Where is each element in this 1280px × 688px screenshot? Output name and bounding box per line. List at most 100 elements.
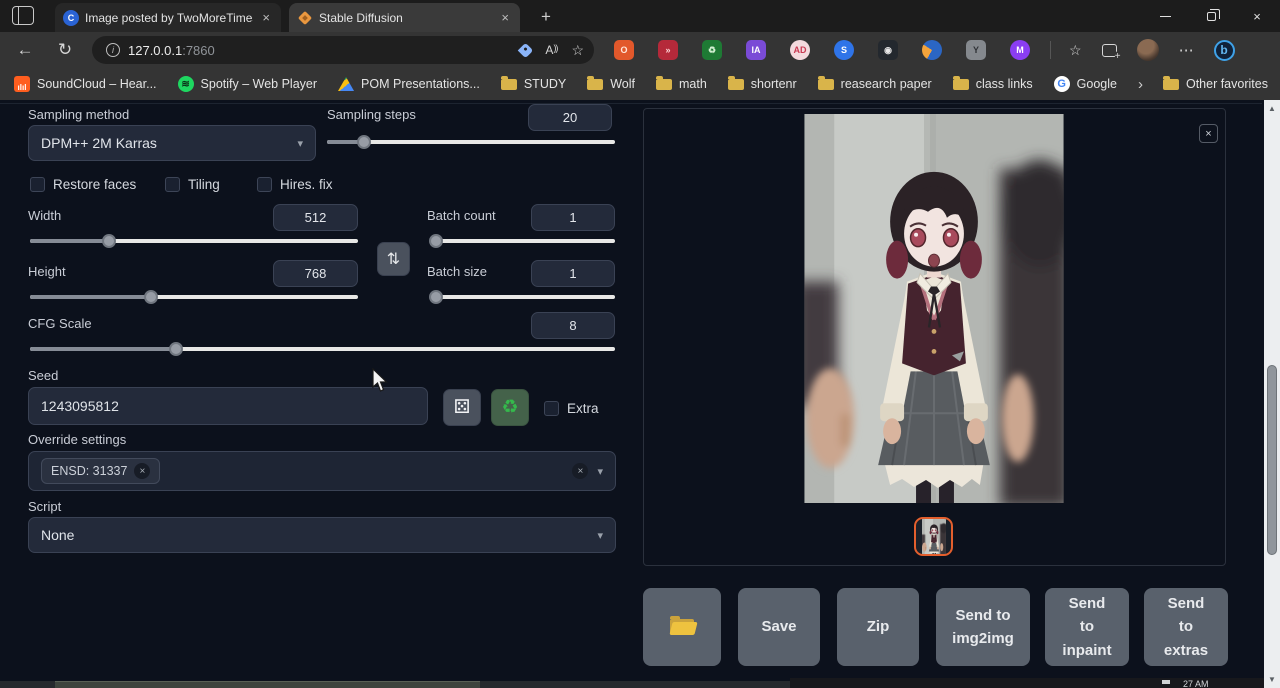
restore-button[interactable] [1188,0,1234,32]
scrollbar-thumb[interactable] [1267,365,1277,555]
chevron-down-icon: ▾ [297,137,303,150]
site-info-icon[interactable]: i [106,43,120,57]
profile-avatar[interactable] [1137,39,1159,61]
workspaces-icon[interactable] [12,6,34,25]
bookmark-google[interactable]: GGoogle [1054,76,1117,92]
height-slider[interactable] [30,289,358,305]
extension-icon-8[interactable] [922,40,942,60]
section-divider [0,103,1262,104]
extension-icon-2[interactable]: » [658,40,678,60]
extra-seed-checkbox[interactable] [544,401,559,416]
close-preview-button[interactable]: × [1199,124,1218,143]
bookmark-folder-classlinks[interactable]: class links [953,77,1033,91]
save-button[interactable]: Save [738,588,820,666]
width-slider[interactable] [30,233,358,249]
collections-icon[interactable] [1102,44,1117,57]
sampling-method-label: Sampling method [28,107,129,122]
batch-size-slider[interactable] [430,289,615,305]
bing-discover-icon[interactable]: b [1214,40,1235,61]
seed-label: Seed [28,368,58,383]
bookmark-spotify[interactable]: ≋Spotify – Web Player [178,76,318,92]
sampling-method-dropdown[interactable]: DPM++ 2M Karras ▾ [28,125,316,161]
tab-title: Image posted by TwoMoreTimes [85,11,253,25]
extension-icon-4[interactable]: IA [746,40,766,60]
browser-tab-civitai[interactable]: C Image posted by TwoMoreTimes × [55,3,281,32]
bookmark-folder-study[interactable]: STUDY [501,77,566,91]
generated-image[interactable] [804,114,1064,503]
sampling-steps-slider[interactable] [327,134,615,150]
bookmarks-overflow-icon[interactable]: › [1138,76,1143,93]
clear-field-icon[interactable]: × [572,463,588,479]
extension-icon-3[interactable]: ♻ [702,40,722,60]
extension-icon-6[interactable]: S [834,40,854,60]
folder-icon [818,79,834,90]
tiling-checkbox[interactable] [165,177,180,192]
tab-close-icon[interactable]: × [259,10,273,25]
vertical-scrollbar[interactable]: ▲ ▼ [1264,100,1280,688]
url-host: 127.0.0.1 [128,43,182,58]
back-icon[interactable]: ← [12,40,38,60]
scroll-down-icon[interactable]: ▼ [1264,675,1280,684]
browser-tab-stable-diffusion[interactable]: Stable Diffusion × [289,3,520,32]
horizontal-scrollbar[interactable] [0,681,790,688]
remove-chip-icon[interactable]: × [134,463,150,479]
bookmark-folder-shortenr[interactable]: shortenr [728,77,797,91]
bookmark-folder-wolf[interactable]: Wolf [587,77,635,91]
width-value[interactable]: 512 [273,204,358,231]
width-label: Width [28,208,61,223]
restore-faces-checkbox[interactable] [30,177,45,192]
new-tab-button[interactable]: + [534,5,558,29]
tab-close-icon[interactable]: × [498,10,512,25]
override-settings-field[interactable]: ENSD: 31337 × × ▾ [28,451,616,491]
send-to-img2img-button[interactable]: Send to img2img [936,588,1030,666]
cfg-scale-slider[interactable] [30,341,615,357]
batch-count-value[interactable]: 1 [531,204,615,231]
extension-icon-9[interactable]: Y [966,40,986,60]
gallery-thumbnail-selected[interactable] [914,517,953,556]
bookmark-other-favorites[interactable]: Other favorites [1163,77,1268,91]
shopping-tag-icon[interactable] [518,42,534,58]
tray-caret-icon [1162,680,1170,684]
extension-icon-10[interactable]: M [1010,40,1030,60]
reuse-seed-button[interactable]: ♻ [491,389,529,426]
send-to-inpaint-button[interactable]: Send to inpaint [1045,588,1129,666]
batch-size-value[interactable]: 1 [531,260,615,287]
toolbar-divider [1050,41,1051,59]
sampling-steps-value[interactable]: 20 [528,104,612,131]
random-seed-button[interactable]: ⚄ [443,389,481,426]
cfg-scale-label: CFG Scale [28,316,92,331]
seed-input[interactable]: 1243095812 [28,387,428,425]
script-dropdown[interactable]: None ▾ [28,517,616,553]
address-bar[interactable]: i 127.0.0.1 :7860 A)) ☆ [92,36,594,64]
toolbar-right: ☆ ⋯ b [1069,39,1235,61]
extension-icon-5[interactable]: AD [790,40,810,60]
favorites-list-icon[interactable]: ☆ [1069,42,1082,59]
bookmark-folder-research[interactable]: reasearch paper [818,77,932,91]
refresh-icon[interactable]: ↻ [52,40,78,60]
send-to-extras-button[interactable]: Send to extras [1144,588,1228,666]
scroll-up-icon[interactable]: ▲ [1264,104,1280,113]
batch-count-slider[interactable] [430,233,615,249]
hires-fix-checkbox[interactable] [257,177,272,192]
cfg-scale-value[interactable]: 8 [531,312,615,339]
folder-icon [587,79,603,90]
tab-strip: C Image posted by TwoMoreTimes × Stable … [0,0,1280,32]
drive-icon [338,77,354,91]
height-value[interactable]: 768 [273,260,358,287]
extension-icon-1[interactable]: O [614,40,634,60]
minimize-button[interactable] [1142,0,1188,32]
bookmark-soundcloud[interactable]: ılılSoundCloud – Hear... [14,76,157,92]
close-window-button[interactable]: × [1234,0,1280,32]
add-favorite-icon[interactable]: ☆ [571,42,584,59]
read-aloud-icon[interactable]: A)) [545,43,557,57]
menu-dots-icon[interactable]: ⋯ [1179,41,1194,59]
extension-icon-7[interactable]: ◉ [878,40,898,60]
chevron-down-icon[interactable]: ▾ [597,465,603,478]
bookmark-folder-math[interactable]: math [656,77,707,91]
zip-button[interactable]: Zip [837,588,919,666]
hscrollbar-thumb[interactable] [55,681,480,688]
swap-dimensions-button[interactable]: ⇅ [377,242,410,276]
bookmark-pom[interactable]: POM Presentations... [338,77,480,91]
open-folder-button[interactable] [643,588,721,666]
override-chip[interactable]: ENSD: 31337 × [41,458,160,484]
